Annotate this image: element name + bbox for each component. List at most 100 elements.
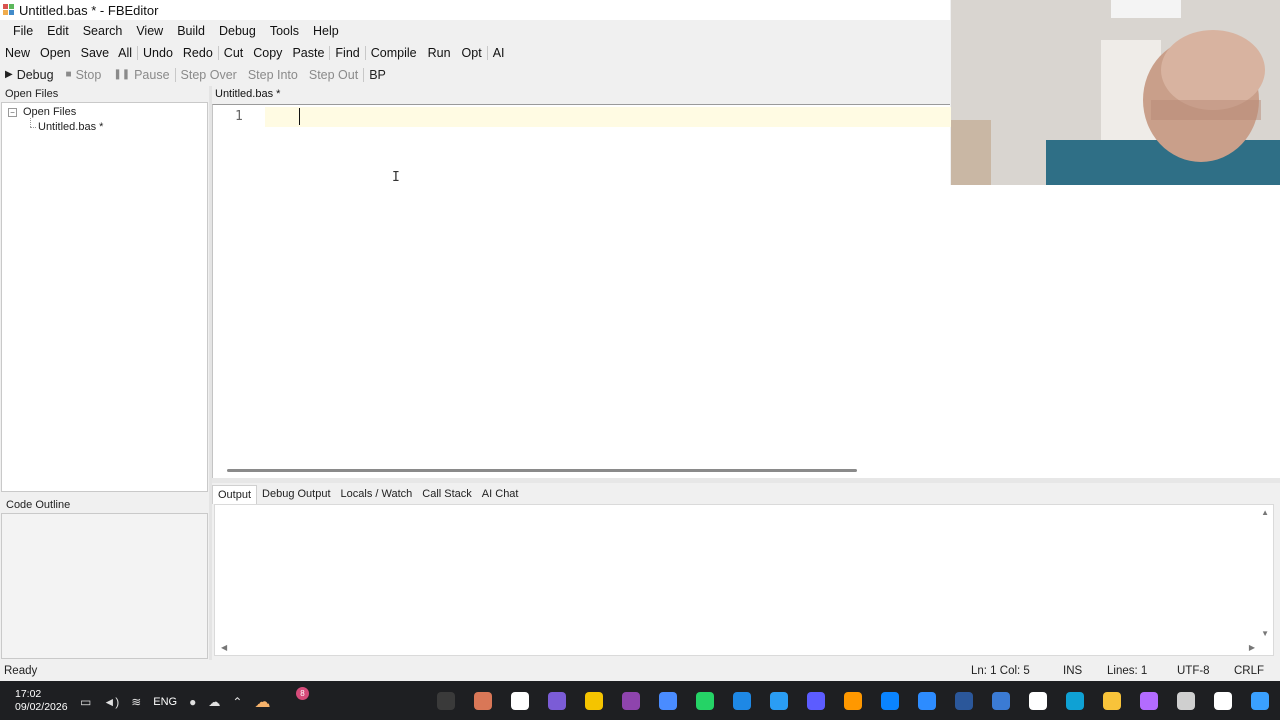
- open-button[interactable]: Open: [40, 46, 71, 60]
- copilot-icon[interactable]: [1135, 687, 1163, 715]
- save-button[interactable]: Save: [81, 46, 110, 60]
- chatgpt-icon-glyph: [511, 692, 529, 710]
- run-button[interactable]: Run: [428, 46, 451, 60]
- chatgpt-icon[interactable]: [506, 687, 534, 715]
- folder-icon[interactable]: [1098, 687, 1126, 715]
- app-grid-icon[interactable]: [543, 687, 571, 715]
- edge-icon-glyph: [1066, 692, 1084, 710]
- window-icon[interactable]: [1172, 687, 1200, 715]
- pen-icon[interactable]: [580, 687, 608, 715]
- stop-button[interactable]: ■ Stop: [66, 68, 102, 82]
- cloud-icon[interactable]: ☁: [208, 695, 220, 709]
- step-out-button[interactable]: Step Out: [309, 68, 358, 82]
- line-number: 1: [235, 109, 243, 124]
- tab-call-stack[interactable]: Call Stack: [417, 485, 477, 503]
- mouse-ibeam-icon: I: [392, 170, 400, 185]
- play-icon: ▶: [5, 69, 13, 80]
- camera-app-icon[interactable]: [802, 687, 830, 715]
- start-icon[interactable]: [1246, 687, 1274, 715]
- find-button[interactable]: Find: [335, 46, 359, 60]
- copy-button[interactable]: Copy: [253, 46, 282, 60]
- document-icon-glyph: [733, 692, 751, 710]
- document-icon[interactable]: [728, 687, 756, 715]
- cut-button[interactable]: Cut: [224, 46, 243, 60]
- menu-file[interactable]: File: [6, 24, 40, 38]
- ai-button[interactable]: AI: [493, 46, 505, 60]
- zoom-icon[interactable]: [913, 687, 941, 715]
- app-grid-icon-glyph: [548, 692, 566, 710]
- scroll-right-icon[interactable]: ▶: [1249, 643, 1255, 652]
- save-all-button[interactable]: All: [118, 46, 132, 60]
- word-icon[interactable]: [950, 687, 978, 715]
- new-button[interactable]: New: [5, 46, 30, 60]
- debug-button[interactable]: ▶ Debug: [5, 68, 54, 82]
- weather-icon[interactable]: ☁: [254, 692, 270, 712]
- tab-debug-output[interactable]: Debug Output: [257, 485, 336, 503]
- menu-build[interactable]: Build: [170, 24, 212, 38]
- gemini-icon[interactable]: [654, 687, 682, 715]
- tab-ai-chat[interactable]: AI Chat: [477, 485, 524, 503]
- webcam-image: [951, 0, 1280, 185]
- tree-root-open-files[interactable]: − Open Files: [8, 106, 76, 118]
- scroll-left-icon[interactable]: ◀: [221, 643, 227, 652]
- code-editor[interactable]: 1 I: [212, 104, 955, 480]
- battery-icon[interactable]: ▭: [80, 695, 91, 709]
- clock-time: 17:02: [15, 688, 42, 700]
- wifi-icon[interactable]: ≋: [131, 695, 141, 709]
- compile-button[interactable]: Compile: [371, 46, 417, 60]
- paste-button[interactable]: Paste: [292, 46, 324, 60]
- vscode-alt-icon[interactable]: [987, 687, 1015, 715]
- app-icon: [3, 4, 15, 16]
- tree-item-untitled[interactable]: Untitled.bas *: [38, 121, 103, 133]
- collapse-icon[interactable]: −: [8, 107, 17, 117]
- step-into-button[interactable]: Step Into: [248, 68, 298, 82]
- editor-tab-untitled[interactable]: Untitled.bas *: [215, 88, 280, 100]
- output-panel[interactable]: ▲ ▼ ◀ ▶: [214, 504, 1274, 656]
- start-icon-glyph: [1251, 692, 1269, 710]
- redo-button[interactable]: Redo: [183, 46, 213, 60]
- menu-tools[interactable]: Tools: [263, 24, 306, 38]
- tab-output[interactable]: Output: [212, 484, 258, 504]
- volume-icon[interactable]: ◄): [103, 695, 119, 709]
- vscode-icon[interactable]: [876, 687, 904, 715]
- menu-edit[interactable]: Edit: [40, 24, 76, 38]
- status-encoding: UTF-8: [1177, 665, 1210, 677]
- pause-button[interactable]: ❚❚ Pause: [113, 68, 169, 82]
- scroll-up-icon[interactable]: ▲: [1261, 508, 1269, 517]
- breakpoint-button[interactable]: BP: [369, 68, 386, 82]
- store-icon[interactable]: [1024, 687, 1052, 715]
- editor-area-extension[interactable]: [950, 185, 1280, 480]
- obs-icon[interactable]: [432, 687, 460, 715]
- menu-search[interactable]: Search: [76, 24, 130, 38]
- menu-help[interactable]: Help: [306, 24, 346, 38]
- tab-locals-watch[interactable]: Locals / Watch: [336, 485, 418, 503]
- undo-button[interactable]: Undo: [143, 46, 173, 60]
- status-ln-col: Ln: 1 Col: 5: [971, 665, 1030, 677]
- menu-view[interactable]: View: [129, 24, 170, 38]
- whatsapp-icon[interactable]: [691, 687, 719, 715]
- system-tray: ▭ ◄) ≋ ENG ● ☁ ⌃ ☁: [80, 692, 270, 712]
- window-title: Untitled.bas * - FBEditor: [19, 2, 159, 18]
- search-icon[interactable]: [1209, 687, 1237, 715]
- media-player-icon[interactable]: [617, 687, 645, 715]
- open-files-header: Open Files: [5, 88, 59, 100]
- language-indicator[interactable]: ENG: [153, 696, 177, 708]
- step-over-button[interactable]: Step Over: [181, 68, 237, 82]
- menu-debug[interactable]: Debug: [212, 24, 263, 38]
- search-icon-glyph: [1214, 692, 1232, 710]
- vscode-icon-glyph: [881, 692, 899, 710]
- clock[interactable]: 17:02 09/02/2026: [15, 688, 68, 714]
- photos-icon[interactable]: [765, 687, 793, 715]
- photos-icon-glyph: [770, 692, 788, 710]
- tree-connector: [30, 118, 31, 127]
- sublime-icon[interactable]: [839, 687, 867, 715]
- microphone-icon[interactable]: ●: [189, 695, 196, 709]
- scroll-down-icon[interactable]: ▼: [1261, 629, 1269, 638]
- whatsapp-icon-glyph: [696, 692, 714, 710]
- chevron-up-icon[interactable]: ⌃: [232, 695, 242, 709]
- editor-horizontal-scrollbar[interactable]: [227, 469, 857, 472]
- horizontal-splitter[interactable]: [212, 478, 1280, 483]
- claude-icon[interactable]: [469, 687, 497, 715]
- opt-button[interactable]: Opt: [462, 46, 482, 60]
- edge-icon[interactable]: [1061, 687, 1089, 715]
